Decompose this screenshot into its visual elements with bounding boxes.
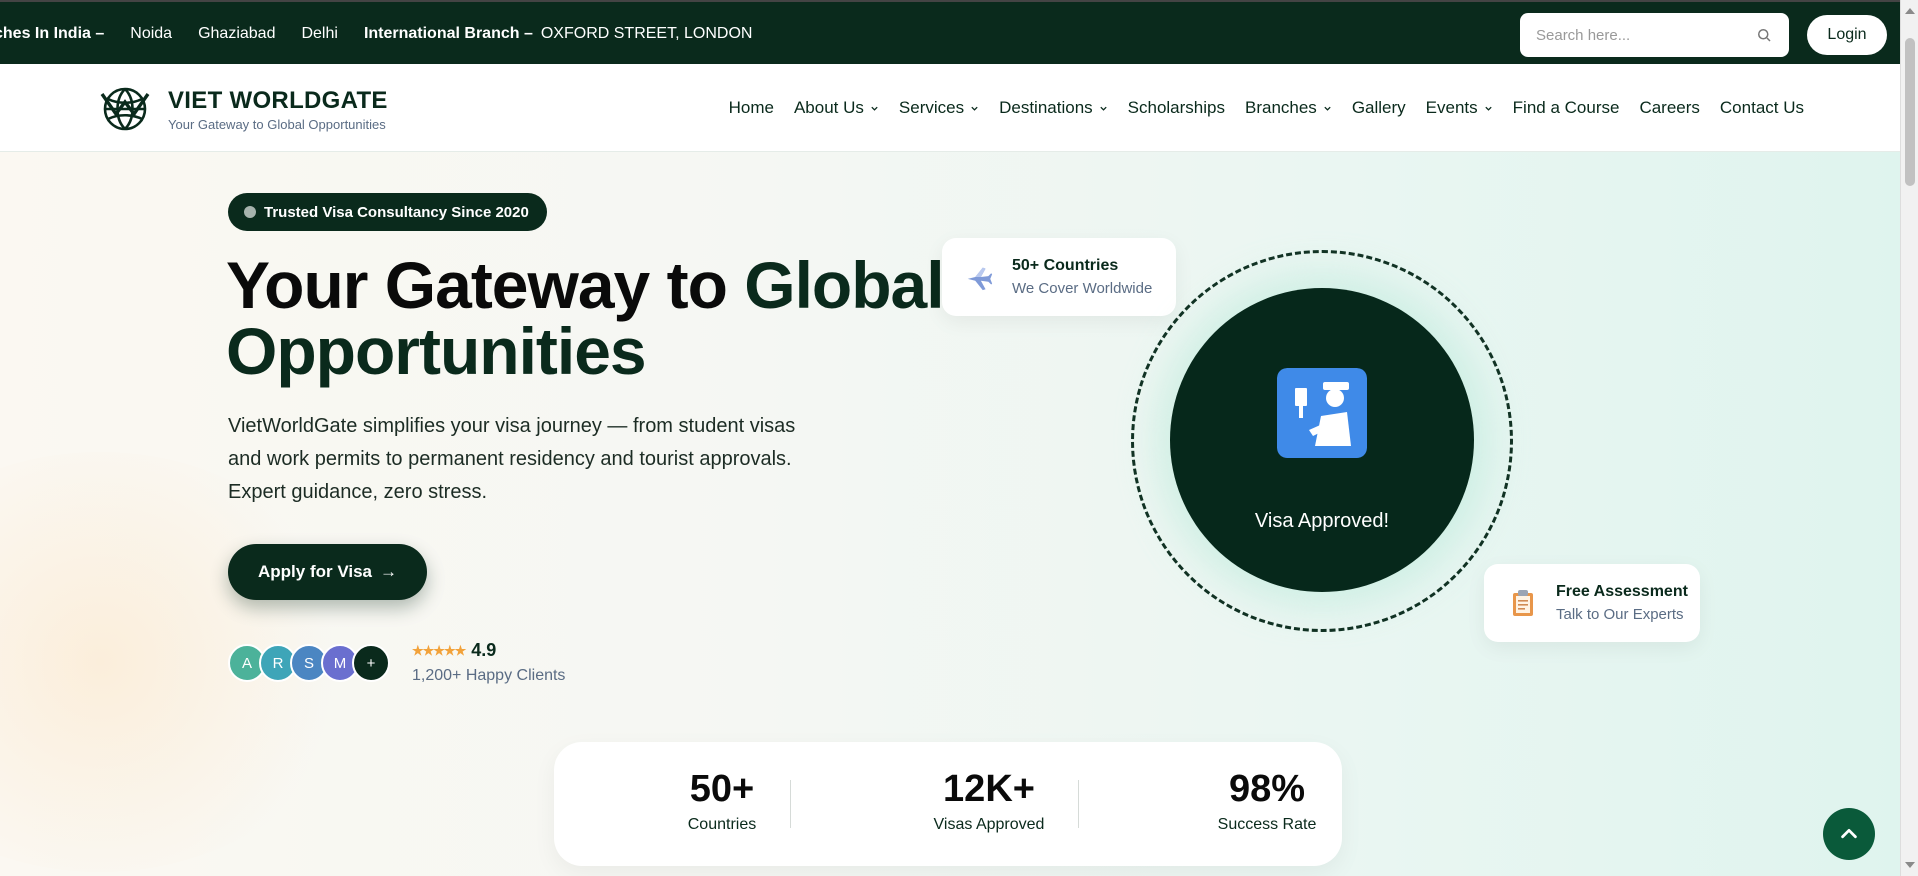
avatar: + [352, 644, 390, 682]
stat-visas: 12K+ Visas Approved [879, 768, 1099, 834]
nav-item-label: Destinations [999, 98, 1093, 117]
brand-logo[interactable]: VIET WORLDGATE Your Gateway to Global Op… [100, 84, 388, 134]
top-bar: ches In India – Noida Ghaziabad Delhi In… [0, 0, 1900, 64]
stat-number: 98% [1228, 768, 1306, 810]
ticker-item[interactable]: Ghaziabad [198, 25, 275, 43]
login-button[interactable]: Login [1807, 15, 1887, 55]
nav-item-contact-us[interactable]: Contact Us [1720, 98, 1804, 118]
badge-dot-icon [244, 206, 256, 218]
hero-description: VietWorldGate simplifies your visa journ… [228, 415, 796, 503]
nav-item-label: Find a Course [1512, 98, 1620, 117]
chevron-down-icon [1100, 106, 1107, 111]
nav-item-label: Contact Us [1719, 98, 1804, 117]
scroll-to-top-button[interactable] [1823, 808, 1875, 860]
page-scrollbar[interactable] [1900, 0, 1918, 876]
visa-approved-text: Visa Approved! [1254, 510, 1390, 532]
scroll-up-arrow-icon[interactable] [1905, 8, 1915, 14]
stats-panel: 50+ Countries 12K+ Visas Approved 98% Su… [554, 742, 1342, 866]
nav-item-label: Services [898, 98, 965, 117]
nav-item-label: Branches [1244, 98, 1317, 117]
nav-item-scholarships[interactable]: Scholarships [1128, 98, 1225, 118]
stat-label: Success Rate [1217, 816, 1317, 833]
airplane-icon [967, 267, 993, 291]
badge-text: Trusted Visa Consultancy Since 2020 [264, 203, 529, 221]
stat-number: 12K+ [943, 768, 1035, 810]
scroll-down-arrow-icon[interactable] [1905, 862, 1915, 868]
brand-name: VIET WORLDGATE [168, 86, 388, 114]
nav-item-label: Gallery [1351, 98, 1406, 117]
apply-visa-button[interactable]: Apply for Visa → [228, 544, 427, 600]
chevron-down-icon [1485, 106, 1492, 111]
stat-divider [1078, 780, 1079, 828]
headline-text: Your Gateway to [226, 248, 745, 322]
stat-countries: 50+ Countries [612, 768, 832, 834]
nav-item-label: Home [728, 98, 774, 117]
assessment-card-title: Free Assessment [1556, 583, 1688, 600]
client-avatars: A R S M + [228, 644, 390, 682]
nav-item-services[interactable]: Services [899, 98, 979, 118]
ticker-item: ches In India – [0, 25, 105, 42]
nav-item-label: Events [1425, 98, 1478, 117]
nav-item-find-a-course[interactable]: Find a Course [1513, 98, 1620, 118]
ticker-item[interactable]: Noida [130, 25, 172, 43]
stat-divider [790, 780, 791, 828]
brand-tagline: Your Gateway to Global Opportunities [168, 116, 386, 132]
headline-accent-line2: Opportunities [226, 314, 647, 388]
ticker-item: International Branch – [363, 25, 533, 42]
chevron-down-icon [971, 106, 978, 111]
scrollbar-thumb[interactable] [1905, 38, 1915, 186]
countries-card-subtitle: We Cover Worldwide [1012, 280, 1153, 297]
ticker-item[interactable]: Delhi [301, 25, 337, 43]
nav-item-destinations[interactable]: Destinations [999, 98, 1108, 118]
main-navbar: VIET WORLDGATE Your Gateway to Global Op… [0, 64, 1900, 152]
star-rating-icon: ★★★★★ [412, 642, 466, 658]
stat-label: Countries [687, 816, 757, 833]
ticker-item[interactable]: OXFORD STREET, LONDON [541, 25, 753, 43]
search-input[interactable] [1536, 26, 1755, 44]
nav-item-label: Scholarships [1127, 98, 1225, 117]
stat-label: Visas Approved [933, 816, 1045, 833]
hero-section: Trusted Visa Consultancy Since 2020 Your… [0, 152, 1900, 876]
nav-item-label: About Us [793, 98, 864, 117]
countries-card: 50+ Countries We Cover Worldwide [942, 238, 1176, 316]
nav-item-events[interactable]: Events [1426, 98, 1493, 118]
assessment-card[interactable]: Free Assessment Talk to Our Experts [1484, 564, 1700, 642]
rating-block: ★★★★★ 4.9 1,200+ Happy Clients [412, 640, 565, 685]
rating-value: 4.9 [471, 640, 497, 660]
search-box [1520, 13, 1789, 57]
search-icon[interactable] [1755, 26, 1773, 44]
stat-success: 98% Success Rate [1157, 768, 1377, 834]
countries-card-title: 50+ Countries [1012, 257, 1119, 274]
chevron-up-icon [1841, 828, 1857, 839]
globe-logo-icon [100, 87, 150, 131]
hero-headline: Your Gateway to Global Opportunities [226, 252, 945, 384]
nav-item-home[interactable]: Home [729, 98, 774, 118]
nav-menu: Home About Us Services Destinations Scholars… [729, 64, 1804, 152]
apply-label: Apply for Visa [258, 562, 372, 581]
happy-clients-text: 1,200+ Happy Clients [412, 667, 566, 684]
passport-control-icon [1277, 368, 1367, 458]
branch-ticker: ches In India – Noida Ghaziabad Delhi In… [0, 2, 1500, 66]
nav-item-careers[interactable]: Careers [1639, 98, 1699, 118]
clipboard-icon [1513, 590, 1533, 616]
stat-number: 50+ [689, 768, 755, 810]
trust-badge: Trusted Visa Consultancy Since 2020 [228, 193, 547, 231]
chevron-down-icon [871, 106, 878, 111]
assessment-card-subtitle: Talk to Our Experts [1556, 606, 1684, 623]
headline-accent: Global [744, 248, 944, 322]
arrow-right-icon: → [380, 562, 397, 581]
nav-item-branches[interactable]: Branches [1245, 98, 1332, 118]
chevron-down-icon [1324, 106, 1331, 111]
nav-item-gallery[interactable]: Gallery [1352, 98, 1406, 118]
nav-item-about-us[interactable]: About Us [794, 98, 879, 118]
nav-item-label: Careers [1639, 98, 1700, 117]
